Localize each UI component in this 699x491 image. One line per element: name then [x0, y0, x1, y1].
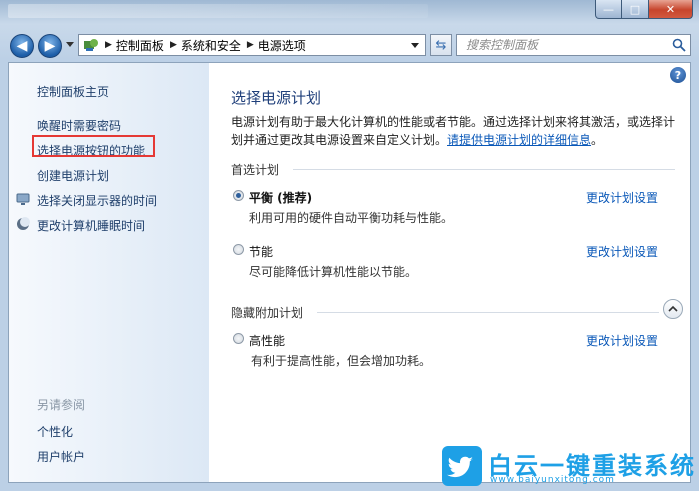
- sidebar-item-wake-password[interactable]: 唤醒时需要密码: [37, 117, 121, 134]
- main-panel: ? 选择电源计划 电源计划有助于最大化计算机的性能或者节能。通过选择计划来将其激…: [209, 63, 690, 482]
- plan-description: 有利于提高性能，但会增加功耗。: [251, 354, 432, 368]
- description-line-2: 划并通过更改其电源设置来自定义计划。: [231, 133, 448, 147]
- breadcrumb-separator-icon[interactable]: ▶: [247, 40, 254, 50]
- plan-balanced[interactable]: 平衡 (推荐) 利用可用的硬件自动平衡功耗与性能。: [233, 189, 453, 225]
- radio-high-performance[interactable]: [233, 333, 244, 344]
- highlight-box: [32, 135, 155, 157]
- change-plan-settings-link[interactable]: 更改计划设置: [586, 332, 658, 349]
- plan-details-link[interactable]: 请提供电源计划的详细信息: [447, 133, 591, 147]
- sidebar-item-sleep-time[interactable]: 更改计算机睡眠时间: [37, 217, 145, 234]
- close-button[interactable]: ✕: [649, 0, 693, 19]
- watermark-url: www.baiyunxitong.com: [490, 475, 615, 485]
- chevron-up-icon: [668, 305, 678, 312]
- see-also-personalization[interactable]: 个性化: [37, 423, 73, 440]
- back-button[interactable]: ◀: [10, 34, 34, 58]
- refresh-button[interactable]: ⇆: [430, 34, 452, 56]
- collapse-button[interactable]: [663, 299, 683, 319]
- preferred-plans-heading: 首选计划: [231, 163, 280, 177]
- navigation-bar: ◀ ▶ ▶ 控制面板 ▶ 系统和安全 ▶ 电源选项 ⇆ 搜索控制面板: [8, 32, 691, 60]
- page-title: 选择电源计划: [231, 89, 322, 107]
- control-panel-icon: [84, 39, 98, 51]
- help-button[interactable]: ?: [670, 67, 686, 83]
- forward-button[interactable]: ▶: [38, 34, 62, 58]
- plan-power-saver[interactable]: 节能 尽可能降低计算机性能以节能。: [233, 243, 417, 279]
- breadcrumb-power-options[interactable]: 电源选项: [258, 37, 306, 54]
- watermark: 白云一键重装系统 www.baiyunxitong.com: [442, 442, 694, 488]
- change-plan-settings-link[interactable]: 更改计划设置: [586, 243, 658, 260]
- hidden-plans-heading[interactable]: 隐藏附加计划: [231, 304, 303, 321]
- window-controls: — □ ✕: [595, 0, 693, 19]
- radio-power-saver[interactable]: [233, 244, 244, 255]
- arrow-right-icon: ▶: [44, 38, 56, 54]
- moon-icon: [17, 217, 30, 230]
- minimize-icon: —: [603, 2, 614, 16]
- breadcrumb-separator-icon[interactable]: ▶: [105, 40, 112, 50]
- help-icon: ?: [674, 68, 682, 82]
- recent-pages-dropdown[interactable]: [66, 42, 74, 47]
- see-also-heading: 另请参阅: [37, 398, 86, 412]
- maximize-button[interactable]: □: [622, 0, 649, 19]
- breadcrumb-system-security[interactable]: 系统和安全: [181, 37, 241, 54]
- window-frame: — □ ✕ ◀ ▶ ▶ 控制面板 ▶ 系统和安全 ▶ 电源选项 ⇆ 搜索控制面板: [0, 0, 699, 491]
- twitter-bird-logo: [442, 446, 482, 486]
- refresh-icon: ⇆: [435, 37, 447, 53]
- description-line-1: 电源计划有助于最大化计算机的性能或者节能。通过选择计划来将其激活，或选择计: [231, 115, 676, 129]
- minimize-button[interactable]: —: [595, 0, 622, 19]
- blurred-background-text: [8, 4, 428, 18]
- address-bar[interactable]: ▶ 控制面板 ▶ 系统和安全 ▶ 电源选项: [78, 34, 426, 56]
- maximize-icon: □: [629, 2, 641, 16]
- window-content: 控制面板主页 唤醒时需要密码 选择电源按钮的功能 创建电源计划 选择关闭显示器的…: [8, 62, 691, 483]
- search-icon[interactable]: [672, 38, 686, 52]
- change-plan-settings-link[interactable]: 更改计划设置: [586, 189, 658, 206]
- plan-name: 节能: [249, 245, 274, 259]
- see-also-user-accounts[interactable]: 用户帐户: [37, 448, 85, 465]
- search-placeholder: 搜索控制面板: [466, 38, 539, 52]
- breadcrumb-control-panel[interactable]: 控制面板: [116, 37, 164, 54]
- description-end: 。: [591, 133, 604, 147]
- page-description: 电源计划有助于最大化计算机的性能或者节能。通过选择计划来将其激活，或选择计 划并…: [231, 113, 681, 149]
- breadcrumb-separator-icon[interactable]: ▶: [170, 40, 177, 50]
- plan-description: 尽可能降低计算机性能以节能。: [249, 265, 418, 279]
- plan-high-performance[interactable]: 高性能 有利于提高性能，但会增加功耗。: [233, 332, 431, 368]
- plan-name: 平衡 (推荐): [249, 191, 313, 205]
- address-dropdown-icon[interactable]: [411, 43, 419, 48]
- close-icon: ✕: [665, 2, 676, 16]
- sidebar-item-create-plan[interactable]: 创建电源计划: [37, 167, 109, 184]
- radio-balanced[interactable]: [233, 190, 244, 201]
- monitor-icon: [16, 193, 30, 205]
- sidebar-home-link[interactable]: 控制面板主页: [37, 83, 109, 100]
- sidebar: 控制面板主页 唤醒时需要密码 选择电源按钮的功能 创建电源计划 选择关闭显示器的…: [9, 63, 209, 482]
- sidebar-item-display-off[interactable]: 选择关闭显示器的时间: [37, 192, 157, 209]
- arrow-left-icon: ◀: [16, 38, 28, 54]
- divider: [293, 169, 675, 170]
- search-input[interactable]: 搜索控制面板: [456, 34, 691, 56]
- plan-description: 利用可用的硬件自动平衡功耗与性能。: [249, 211, 454, 225]
- divider: [317, 312, 659, 313]
- plan-name: 高性能: [249, 334, 286, 348]
